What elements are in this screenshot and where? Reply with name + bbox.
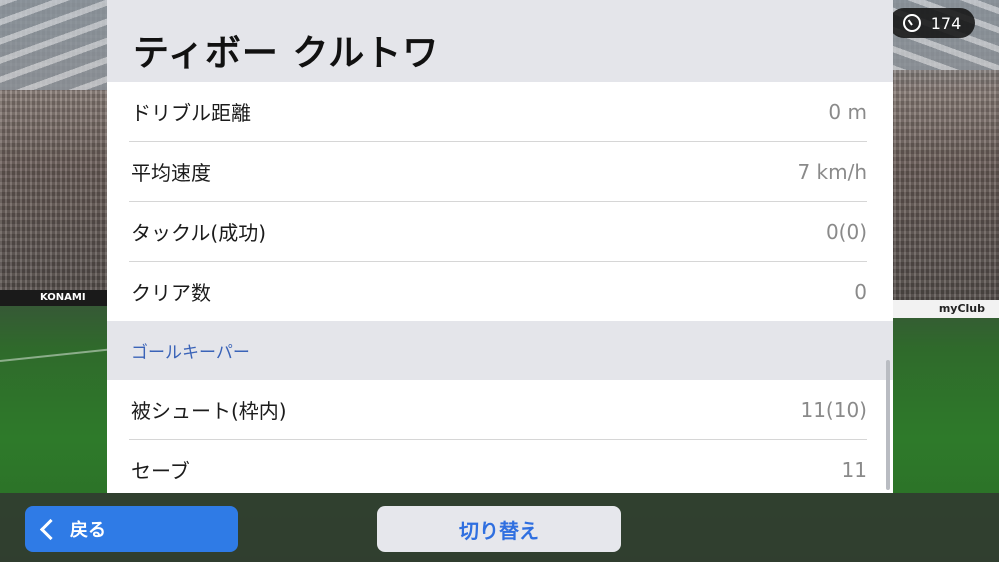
stat-row-tackles: タックル(成功) 0(0): [129, 202, 867, 262]
counter-value: 174: [930, 13, 962, 33]
back-label: 戻る: [70, 520, 106, 541]
stat-label: セーブ: [131, 459, 190, 483]
right-ad-text: myClub: [938, 302, 985, 315]
stat-label: クリア数: [131, 281, 211, 305]
panel-header: ティボー クルトワ: [107, 0, 893, 82]
time-counter: 174: [889, 8, 975, 38]
stat-row-average-speed: 平均速度 7 km/h: [129, 142, 867, 202]
stat-row-shots-faced: 被シュート(枠内) 11(10): [129, 380, 867, 440]
stat-value: 0 m: [828, 99, 867, 124]
stat-value: 11(10): [800, 397, 867, 422]
switch-label: 切り替え: [459, 518, 539, 543]
switch-button[interactable]: 切り替え: [377, 506, 621, 552]
stat-value: 7 km/h: [797, 159, 867, 184]
section-header-goalkeeper: ゴールキーパー: [107, 321, 893, 380]
stat-value: 11: [841, 457, 867, 482]
stat-row-clearances: クリア数 0: [129, 262, 867, 321]
back-button[interactable]: 戻る: [25, 506, 238, 552]
stats-panel: ティボー クルトワ ドリブル距離 0 m 平均速度 7 km/h タックル(成功…: [107, 0, 893, 493]
stat-label: 平均速度: [131, 161, 211, 185]
player-name: ティボー クルトワ: [133, 33, 440, 74]
stat-value: 0: [854, 279, 867, 304]
section-title: ゴールキーパー: [131, 343, 250, 363]
clock-icon: [902, 14, 921, 32]
stats-list: ドリブル距離 0 m 平均速度 7 km/h タックル(成功) 0(0) クリア…: [107, 82, 893, 493]
stat-row-saves: セーブ 11: [129, 440, 867, 493]
left-ad-text: KONAMI: [40, 292, 86, 303]
stat-value: 0(0): [825, 219, 867, 244]
left-roof: [0, 0, 110, 90]
scrollbar[interactable]: [886, 360, 890, 490]
stat-label: タックル(成功): [131, 221, 267, 245]
stat-label: 被シュート(枠内): [131, 399, 287, 423]
stat-label: ドリブル距離: [131, 101, 251, 125]
chevron-left-icon: [39, 518, 62, 540]
stat-row-dribble-distance: ドリブル距離 0 m: [129, 82, 867, 142]
